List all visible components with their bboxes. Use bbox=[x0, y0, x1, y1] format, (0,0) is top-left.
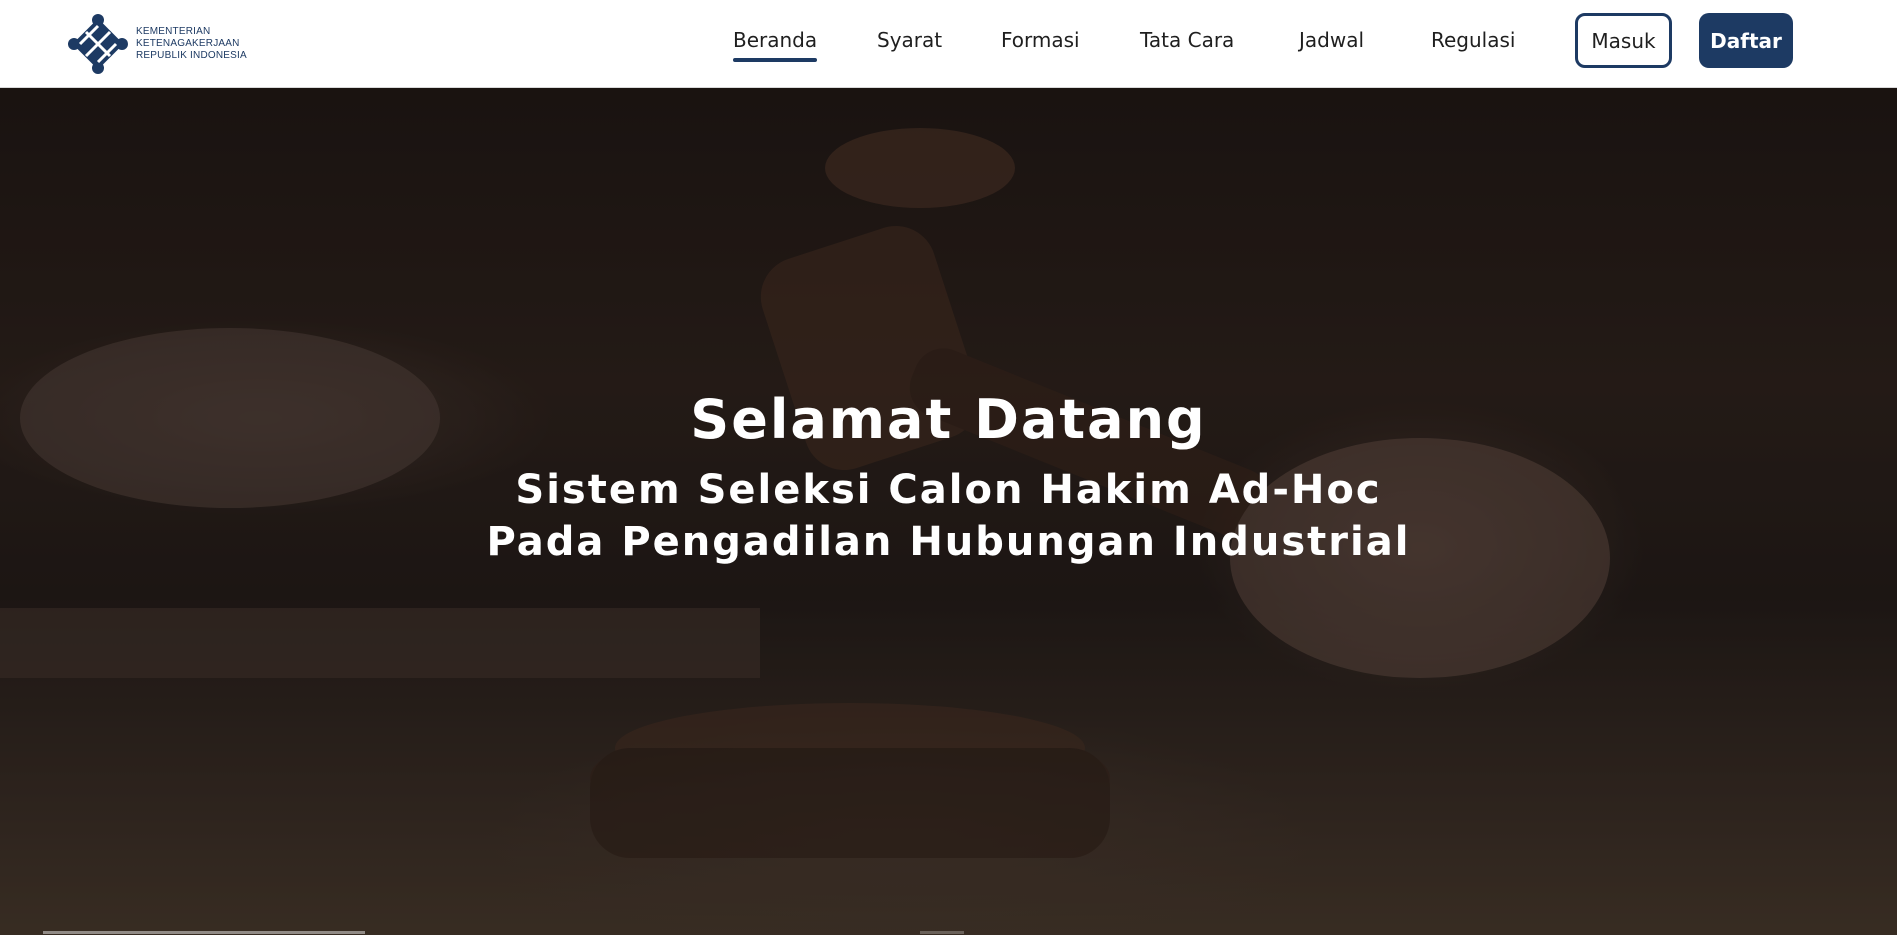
nav-item-formasi[interactable]: Formasi bbox=[1001, 26, 1080, 58]
hero-subtitle-line-2: Pada Pengadilan Hubungan Industrial bbox=[486, 519, 1411, 565]
nav-item-beranda[interactable]: Beranda bbox=[733, 26, 818, 62]
nav-item-regulasi[interactable]: Regulasi bbox=[1431, 26, 1515, 58]
login-button[interactable]: Masuk bbox=[1575, 13, 1672, 68]
nav-item-jadwal[interactable]: Jadwal bbox=[1299, 26, 1364, 58]
carousel-indicator-active[interactable] bbox=[43, 931, 365, 934]
site-header: KEMENTERIAN KETENAGAKERJAAN REPUBLIK IND… bbox=[0, 0, 1897, 88]
nav-item-syarat[interactable]: Syarat bbox=[877, 26, 942, 58]
hero-banner: Selamat Datang Sistem Seleksi Calon Haki… bbox=[0, 88, 1897, 935]
hero-subtitle-line-1: Sistem Seleksi Calon Hakim Ad-Hoc bbox=[515, 467, 1382, 513]
register-button[interactable]: Daftar bbox=[1699, 13, 1793, 68]
hero-title: Selamat Datang bbox=[690, 388, 1207, 451]
nav-item-tata-cara[interactable]: Tata Cara bbox=[1140, 26, 1234, 58]
carousel-indicator[interactable] bbox=[920, 931, 964, 934]
